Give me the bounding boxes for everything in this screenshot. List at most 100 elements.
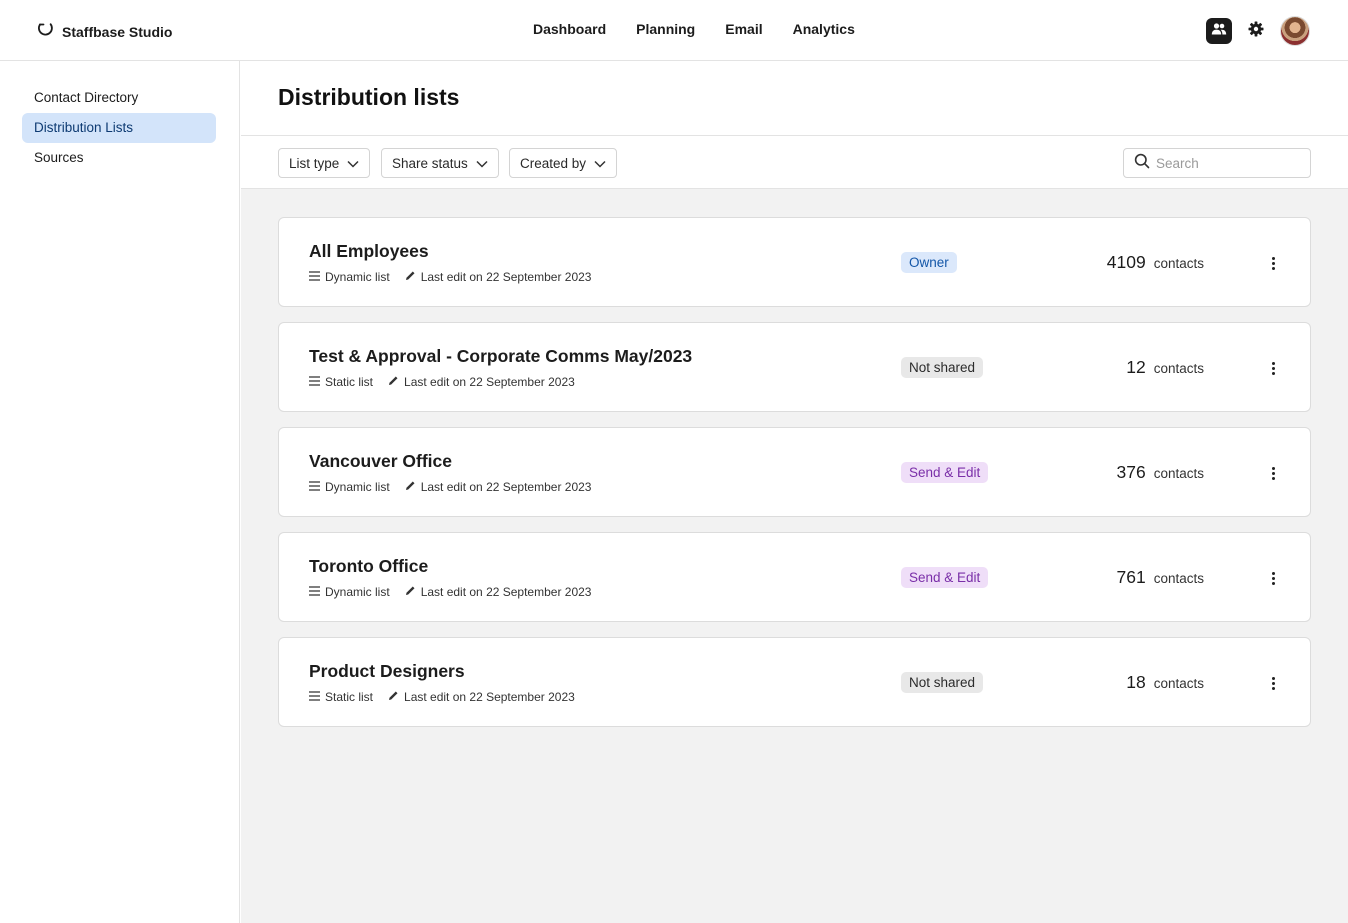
list-type: Static list — [325, 690, 374, 704]
list-card[interactable]: Test & Approval - Corporate Comms May/20… — [278, 322, 1311, 412]
more-options-button[interactable] — [1266, 254, 1280, 272]
staffbase-logo-icon — [36, 20, 54, 43]
pencil-icon — [405, 585, 416, 599]
list-name[interactable]: Vancouver Office — [309, 451, 452, 472]
brand[interactable]: Staffbase Studio — [36, 20, 172, 43]
list-card[interactable]: Vancouver Office Dynamic list Last edit … — [278, 427, 1311, 517]
list-lines-icon — [309, 270, 320, 284]
contact-count-label: contacts — [1153, 676, 1204, 691]
list-lines-icon — [309, 375, 320, 389]
list-name[interactable]: Toronto Office — [309, 556, 428, 577]
kebab-icon — [1271, 361, 1275, 365]
share-status-filter-label: Share status — [392, 155, 468, 171]
share-status-badge: Send & Edit — [901, 462, 989, 483]
contact-count-label: contacts — [1153, 361, 1204, 376]
chevron-down-icon — [476, 156, 488, 171]
last-edit: Last edit on 22 September 2023 — [404, 690, 575, 704]
page-title: Distribution lists — [278, 84, 460, 110]
contact-count-label: contacts — [1153, 466, 1204, 481]
last-edit: Last edit on 22 September 2023 — [420, 480, 592, 494]
pencil-icon — [405, 480, 416, 494]
kebab-icon — [1271, 676, 1275, 680]
sidebar-item-sources[interactable]: Sources — [22, 143, 216, 173]
list-card[interactable]: Toronto Office Dynamic list Last edit on… — [278, 532, 1311, 622]
filter-bar: List type Share status Created by — [241, 136, 1348, 189]
nav-item-dashboard[interactable]: Dashboard — [533, 21, 606, 37]
top-actions — [1206, 16, 1310, 46]
people-icon — [1211, 22, 1227, 41]
list-type: Dynamic list — [325, 270, 390, 284]
contact-count-number: 18 — [1126, 672, 1146, 692]
list-type: Static list — [325, 375, 374, 389]
list-lines-icon — [309, 585, 320, 599]
contact-count-label: contacts — [1153, 571, 1204, 586]
contact-count-number: 761 — [1116, 567, 1146, 587]
nav-item-planning[interactable]: Planning — [636, 21, 695, 37]
settings-button[interactable] — [1243, 18, 1269, 44]
top-bar: Staffbase Studio Dashboard Planning Emai… — [0, 0, 1348, 61]
list-name[interactable]: Product Designers — [309, 661, 465, 682]
pencil-icon — [388, 375, 399, 389]
main-content: Distribution lists List type Share statu… — [241, 61, 1348, 923]
sidebar: Contact Directory Distribution Lists Sou… — [0, 61, 240, 923]
contact-count-number: 4109 — [1106, 252, 1146, 272]
search-box — [1123, 148, 1311, 178]
chevron-down-icon — [347, 156, 359, 171]
contact-count: 12 contacts — [1126, 357, 1204, 378]
share-status-filter[interactable]: Share status — [381, 148, 499, 178]
list-type-filter[interactable]: List type — [278, 148, 371, 178]
share-status-badge: Owner — [901, 252, 957, 273]
contact-count-label: contacts — [1153, 256, 1204, 271]
created-by-filter[interactable]: Created by — [509, 148, 618, 178]
share-status-badge: Not shared — [901, 672, 984, 693]
brand-name: Staffbase Studio — [62, 23, 173, 40]
contact-count: 761 contacts — [1117, 567, 1204, 588]
list-meta: Dynamic list Last edit on 22 September 2… — [309, 480, 606, 494]
nav-item-analytics[interactable]: Analytics — [793, 21, 855, 37]
more-options-button[interactable] — [1266, 359, 1280, 377]
list-meta: Dynamic list Last edit on 22 September 2… — [309, 585, 606, 599]
contact-count: 18 contacts — [1126, 672, 1204, 693]
list-type: Dynamic list — [325, 585, 390, 599]
contact-count: 376 contacts — [1117, 462, 1204, 483]
search-icon — [1134, 153, 1150, 174]
more-options-button[interactable] — [1266, 569, 1280, 587]
share-status-badge: Not shared — [901, 357, 984, 378]
last-edit: Last edit on 22 September 2023 — [420, 270, 592, 284]
contact-count-number: 12 — [1126, 357, 1146, 377]
contact-count: 4109 contacts — [1107, 252, 1204, 273]
list-lines-icon — [309, 480, 320, 494]
kebab-icon — [1271, 256, 1275, 260]
list-type: Dynamic list — [325, 480, 390, 494]
list-name[interactable]: All Employees — [309, 241, 429, 262]
list-meta: Static list Last edit on 22 September 20… — [309, 690, 590, 704]
list-card[interactable]: All Employees Dynamic list Last edit on … — [278, 217, 1311, 307]
nav-item-email[interactable]: Email — [725, 21, 762, 37]
chevron-down-icon — [594, 156, 606, 171]
search-input[interactable] — [1156, 155, 1296, 171]
created-by-filter-label: Created by — [520, 155, 587, 171]
more-options-button[interactable] — [1266, 674, 1280, 692]
more-options-button[interactable] — [1266, 464, 1280, 482]
pencil-icon — [388, 690, 399, 704]
kebab-icon — [1271, 571, 1275, 575]
gear-icon — [1247, 20, 1265, 43]
people-button[interactable] — [1206, 18, 1232, 44]
list-meta: Dynamic list Last edit on 22 September 2… — [309, 270, 606, 284]
list-name[interactable]: Test & Approval - Corporate Comms May/20… — [309, 346, 692, 367]
sidebar-item-distribution-lists[interactable]: Distribution Lists — [22, 113, 216, 143]
last-edit: Last edit on 22 September 2023 — [420, 585, 592, 599]
distribution-list-cards: All Employees Dynamic list Last edit on … — [278, 217, 1311, 742]
list-type-filter-label: List type — [289, 155, 340, 171]
list-lines-icon — [309, 690, 320, 704]
share-status-badge: Send & Edit — [901, 567, 989, 588]
sidebar-item-contact-directory[interactable]: Contact Directory — [22, 83, 216, 113]
main-nav: Dashboard Planning Email Analytics — [533, 21, 855, 37]
page-header: Distribution lists — [241, 61, 1348, 136]
last-edit: Last edit on 22 September 2023 — [404, 375, 575, 389]
pencil-icon — [405, 270, 416, 284]
kebab-icon — [1271, 466, 1275, 470]
user-avatar[interactable] — [1280, 16, 1310, 46]
list-meta: Static list Last edit on 22 September 20… — [309, 375, 590, 389]
list-card[interactable]: Product Designers Static list Last edit … — [278, 637, 1311, 727]
